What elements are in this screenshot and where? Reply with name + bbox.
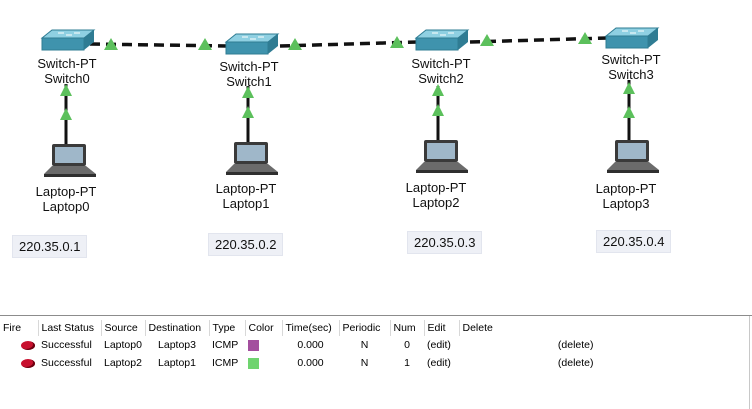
topology-drawing bbox=[40, 27, 660, 177]
device-name: Switch1 bbox=[226, 74, 272, 89]
device-name: Switch2 bbox=[418, 71, 464, 86]
type: ICMP bbox=[212, 357, 239, 369]
pdu-row: Successful Laptop2 Laptop1 ICMP 0.000 N … bbox=[0, 354, 724, 372]
device-name: Laptop3 bbox=[602, 196, 650, 211]
switch0-label[interactable]: Switch-PT Switch0 bbox=[34, 56, 100, 86]
header-last-status[interactable]: Last Status bbox=[38, 320, 102, 336]
ip-note-laptop0[interactable]: 220.35.0.1 bbox=[12, 235, 88, 258]
last-status: Successful bbox=[41, 339, 92, 351]
fire-cell[interactable] bbox=[0, 354, 38, 372]
device-type: Switch-PT bbox=[37, 56, 97, 71]
laptop2-icon bbox=[416, 140, 468, 173]
device-type: Switch-PT bbox=[219, 59, 279, 74]
device-type: Laptop-PT bbox=[405, 180, 467, 195]
device-type: Switch-PT bbox=[411, 56, 471, 71]
device-name: Laptop0 bbox=[42, 199, 90, 214]
device-name: Laptop2 bbox=[412, 195, 460, 210]
header-delete[interactable]: Delete bbox=[459, 320, 724, 336]
fire-cell[interactable] bbox=[0, 336, 38, 354]
switch3-icon bbox=[604, 27, 660, 49]
header-num[interactable]: Num bbox=[390, 320, 425, 336]
destination: Laptop1 bbox=[158, 357, 196, 369]
laptop1-label[interactable]: Laptop-PT Laptop1 bbox=[210, 181, 282, 211]
destination: Laptop3 bbox=[158, 339, 196, 351]
device-type: Switch-PT bbox=[601, 52, 661, 67]
source: Laptop0 bbox=[104, 339, 142, 351]
color-swatch bbox=[248, 357, 259, 369]
device-type: Laptop-PT bbox=[215, 181, 277, 196]
device-name: Laptop1 bbox=[222, 196, 270, 211]
ip-note-laptop3[interactable]: 220.35.0.4 bbox=[596, 230, 672, 253]
fire-pdu-icon[interactable] bbox=[21, 358, 35, 368]
pdu-table-header: Fire Last Status Source Destination Type… bbox=[0, 320, 724, 336]
link-up-indicator bbox=[432, 104, 444, 116]
device-name: Switch3 bbox=[608, 67, 654, 82]
header-time[interactable]: Time(sec) bbox=[282, 320, 340, 336]
header-destination[interactable]: Destination bbox=[145, 320, 210, 336]
edit-link[interactable]: (edit) bbox=[424, 354, 459, 372]
laptop1-icon bbox=[226, 142, 278, 175]
time: 0.000 bbox=[297, 339, 324, 351]
switch1-icon bbox=[224, 33, 280, 55]
time: 0.000 bbox=[297, 357, 324, 369]
header-color[interactable]: Color bbox=[245, 320, 283, 336]
pdu-row: Successful Laptop0 Laptop3 ICMP 0.000 N … bbox=[0, 336, 724, 354]
topology-canvas[interactable]: Switch-PT Switch0 Switch-PT Switch1 Swit… bbox=[0, 0, 752, 312]
switch2-label[interactable]: Switch-PT Switch2 bbox=[408, 56, 474, 86]
laptop3-label[interactable]: Laptop-PT Laptop3 bbox=[590, 181, 662, 211]
link-up-indicator bbox=[623, 106, 635, 118]
pdu-list-panel: Fire Last Status Source Destination Type… bbox=[0, 315, 752, 409]
delete-link[interactable]: (delete) bbox=[459, 354, 724, 372]
fire-pdu-icon[interactable] bbox=[21, 340, 35, 350]
ip-note-laptop1[interactable]: 220.35.0.2 bbox=[208, 233, 284, 256]
link-up-indicator bbox=[242, 106, 254, 118]
type: ICMP bbox=[212, 339, 239, 351]
switch1-label[interactable]: Switch-PT Switch1 bbox=[216, 59, 282, 89]
laptop3-icon bbox=[607, 140, 659, 173]
periodic: N bbox=[360, 357, 369, 369]
switch3-label[interactable]: Switch-PT Switch3 bbox=[598, 52, 664, 82]
ip-note-laptop2[interactable]: 220.35.0.3 bbox=[407, 231, 483, 254]
color-cell bbox=[245, 336, 282, 354]
header-periodic[interactable]: Periodic bbox=[339, 320, 391, 336]
header-type[interactable]: Type bbox=[209, 320, 246, 336]
periodic: N bbox=[360, 339, 369, 351]
header-edit[interactable]: Edit bbox=[424, 320, 460, 336]
switch0-icon bbox=[40, 29, 96, 51]
device-name: Switch0 bbox=[44, 71, 90, 86]
laptop0-icon bbox=[44, 144, 96, 177]
num: 0 bbox=[404, 339, 410, 351]
source: Laptop2 bbox=[104, 357, 142, 369]
device-type: Laptop-PT bbox=[35, 184, 97, 199]
header-source[interactable]: Source bbox=[101, 320, 146, 336]
switch2-icon bbox=[414, 29, 470, 51]
device-type: Laptop-PT bbox=[595, 181, 657, 196]
delete-link[interactable]: (delete) bbox=[459, 336, 724, 354]
link-up-indicator bbox=[623, 82, 635, 94]
header-fire[interactable]: Fire bbox=[0, 320, 39, 336]
laptop0-label[interactable]: Laptop-PT Laptop0 bbox=[30, 184, 102, 214]
link-up-indicator bbox=[60, 108, 72, 120]
color-cell bbox=[245, 354, 282, 372]
last-status: Successful bbox=[41, 357, 92, 369]
color-swatch bbox=[248, 339, 259, 351]
panel-divider bbox=[749, 316, 750, 409]
laptop2-label[interactable]: Laptop-PT Laptop2 bbox=[400, 180, 472, 210]
num: 1 bbox=[404, 357, 410, 369]
edit-link[interactable]: (edit) bbox=[424, 336, 459, 354]
pdu-table: Fire Last Status Source Destination Type… bbox=[0, 320, 724, 372]
